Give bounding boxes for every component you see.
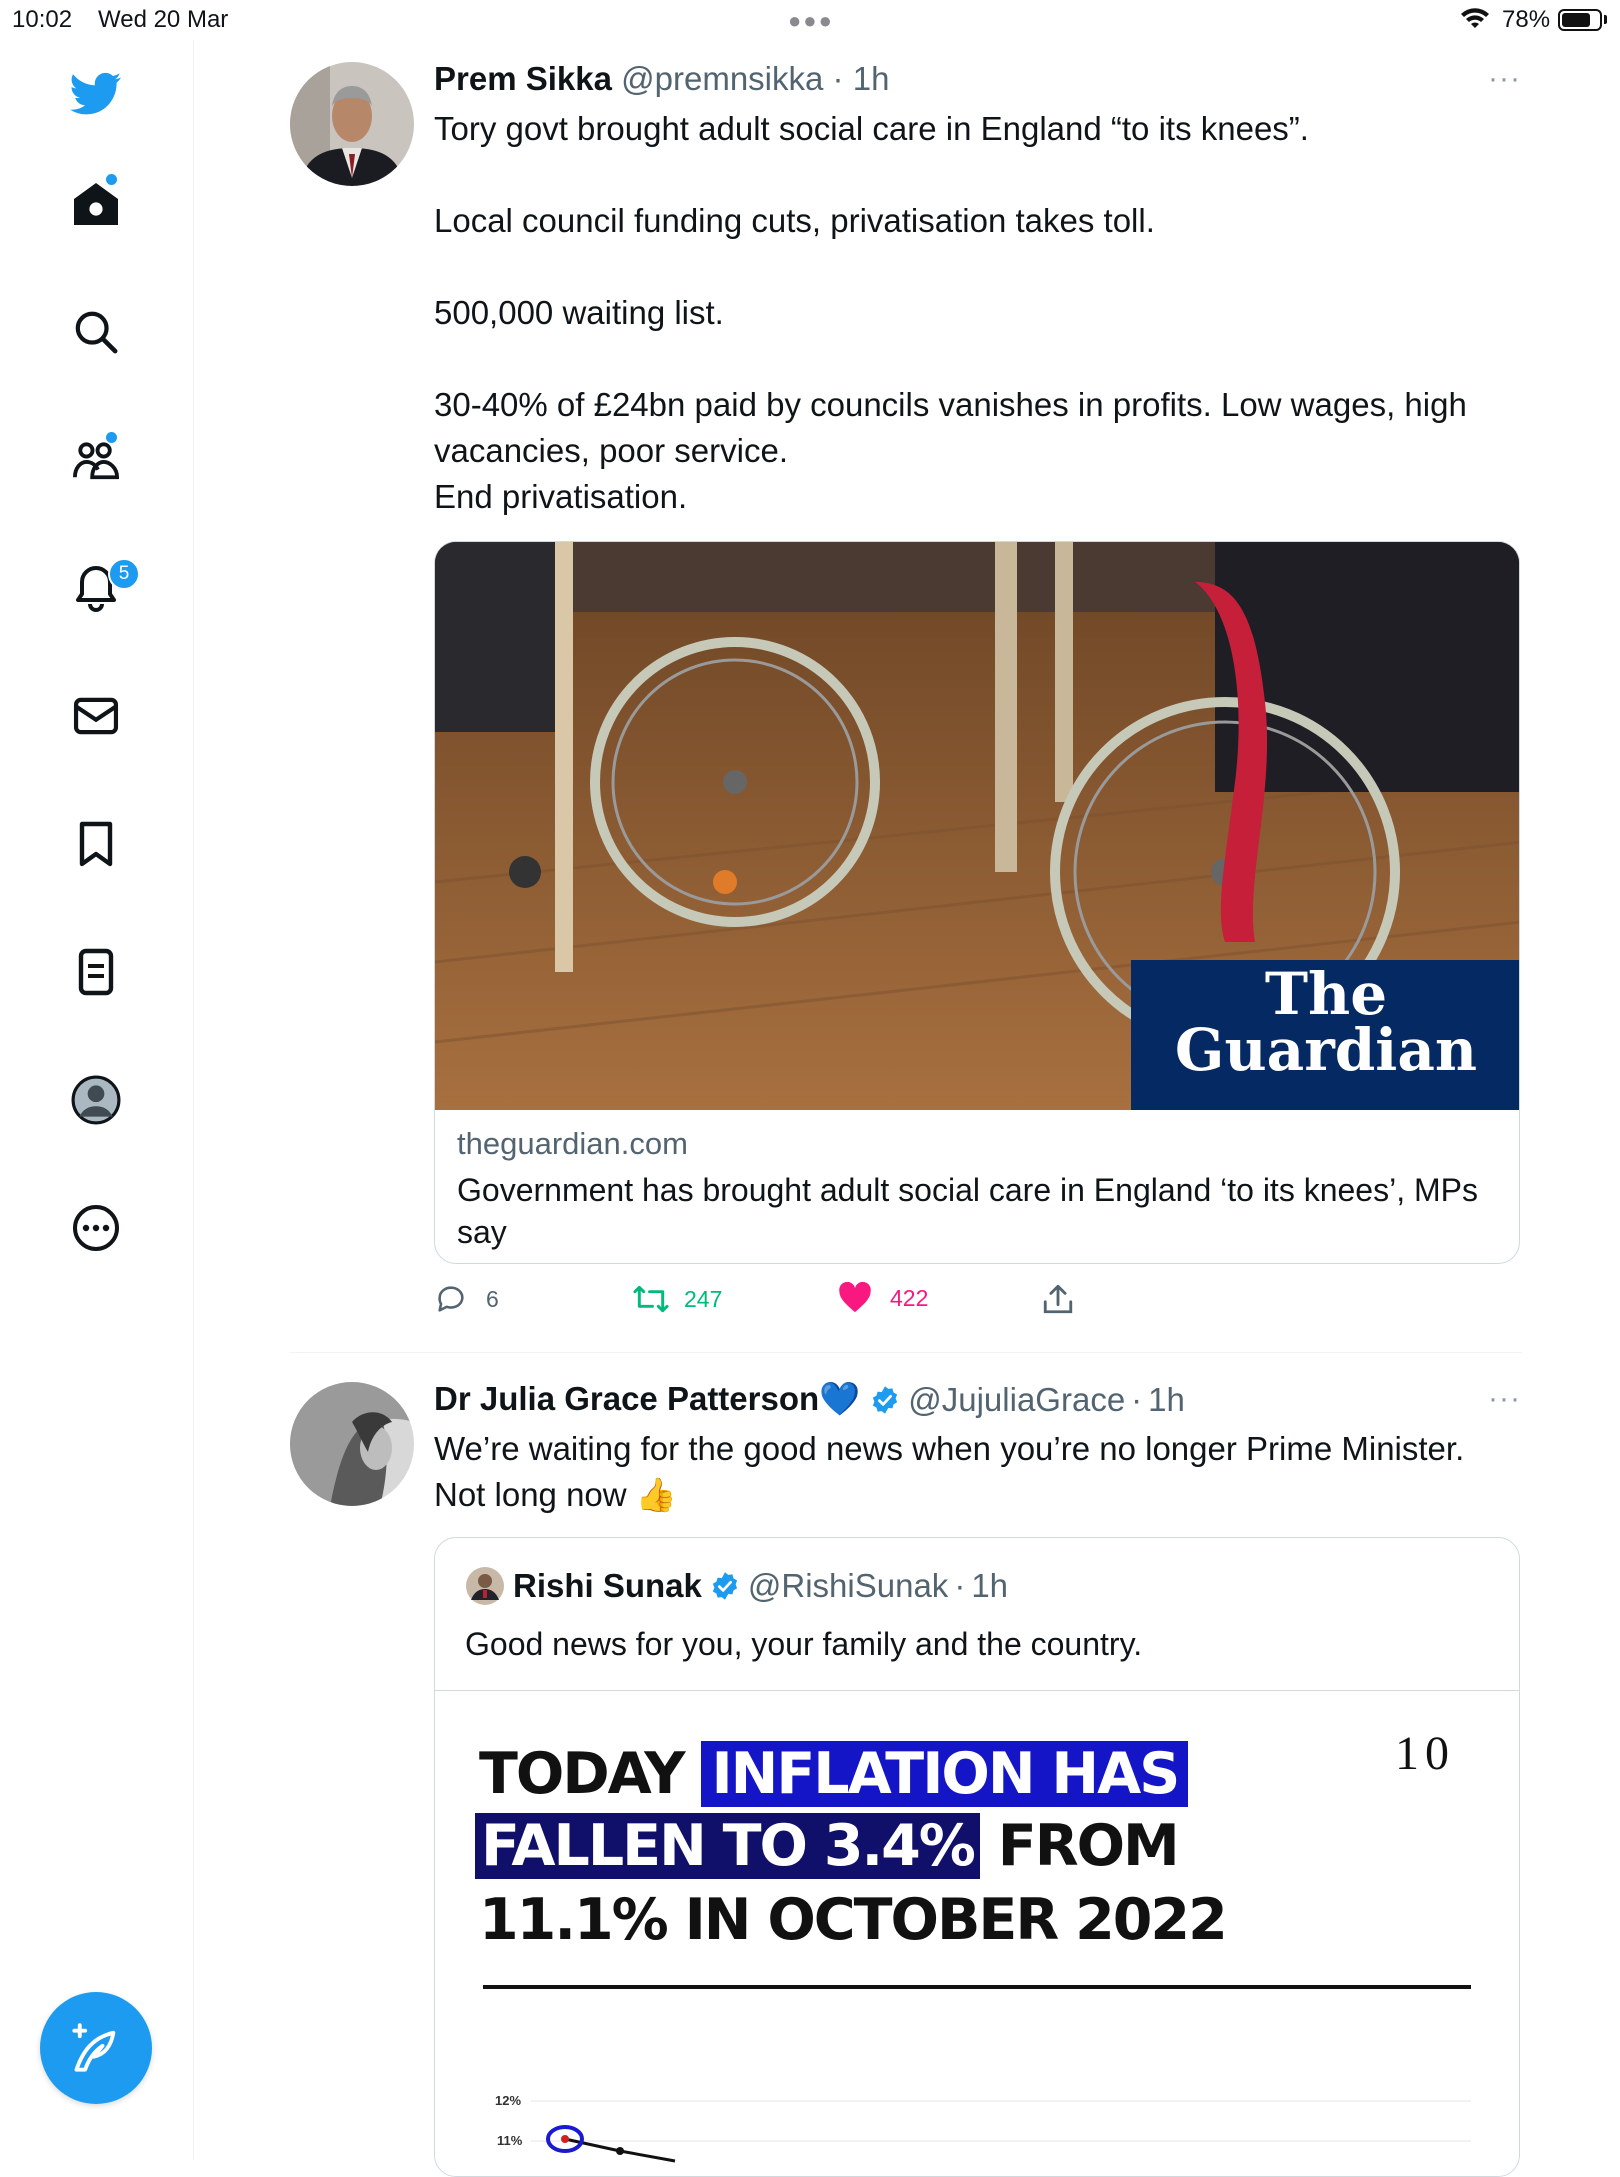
- tweet-time[interactable]: 1h: [1148, 1381, 1185, 1419]
- guardian-logo: The Guardian: [1131, 960, 1519, 1110]
- quote-tweet-card[interactable]: Rishi Sunak @RishiSunak · 1h Good news f…: [434, 1537, 1520, 2177]
- search-icon[interactable]: [70, 306, 122, 358]
- verified-badge-icon: [873, 1385, 898, 1414]
- quote-time[interactable]: 1h: [971, 1567, 1008, 1605]
- battery-icon: [1558, 9, 1602, 31]
- tweet-more-button[interactable]: ···: [1488, 62, 1521, 96]
- status-bar: 10:02 Wed 20 Mar ●●● 78%: [0, 0, 1620, 40]
- tweet-text: We’re waiting for the good news when you…: [434, 1426, 1524, 1518]
- tweet-actions: 6 247 422: [434, 1282, 1134, 1322]
- author-handle[interactable]: @premnsikka: [621, 60, 823, 97]
- tweet-text: Tory govt brought adult social care in E…: [434, 106, 1524, 520]
- battery-percent: 78%: [1502, 6, 1551, 33]
- like-count: 422: [890, 1284, 929, 1311]
- compose-feather-icon: [72, 2023, 116, 2072]
- tweet-line: 30-40% of £24bn paid by councils vanishe…: [434, 386, 1467, 469]
- tweet-line: 500,000 waiting list.: [434, 294, 724, 331]
- tweet-line: End privatisation.: [434, 478, 688, 515]
- multitasking-dots-icon[interactable]: ●●●: [788, 8, 834, 34]
- sidebar-nav: 5: [0, 40, 194, 2160]
- tweet-time[interactable]: 1h: [853, 60, 890, 97]
- more-icon[interactable]: [70, 1202, 122, 1254]
- quote-avatar[interactable]: [465, 1566, 505, 1606]
- share-icon: [1043, 1284, 1073, 1314]
- separator-dot: ·: [954, 1567, 966, 1604]
- tweet-header: Dr Julia Grace Patterson💙 @JujuliaGrace …: [434, 1380, 1185, 1419]
- profile-icon[interactable]: [70, 1074, 122, 1126]
- verified-badge-icon: [712, 1572, 738, 1600]
- retweet-count: 247: [684, 1285, 723, 1312]
- quote-author-name[interactable]: Rishi Sunak: [513, 1567, 702, 1605]
- separator-dot: ·: [1131, 1380, 1143, 1418]
- author-name[interactable]: Prem Sikka: [434, 60, 612, 97]
- home-unread-dot: [106, 174, 117, 185]
- quote-header: Rishi Sunak @RishiSunak · 1h: [465, 1566, 1008, 1606]
- battery-tip: [1604, 15, 1607, 24]
- author-name[interactable]: Dr Julia Grace Patterson💙: [434, 1380, 860, 1419]
- reply-icon: [438, 1286, 464, 1312]
- card-domain: theguardian.com: [457, 1126, 688, 1161]
- tweet-line: Local council funding cuts, privatisatio…: [434, 202, 1155, 239]
- separator-dot: ·: [832, 60, 844, 97]
- lists-icon[interactable]: [70, 946, 122, 998]
- retweet-button[interactable]: 247: [632, 1282, 722, 1316]
- article-image: The Guardian: [435, 542, 1519, 1110]
- inflation-graphic: TODAY INFLATION HAS FALLEN TO 3.4% FROM …: [435, 1690, 1519, 2176]
- tweet-line: Tory govt brought adult social care in E…: [434, 110, 1309, 147]
- link-preview-card[interactable]: The Guardian theguardian.com Government …: [434, 541, 1520, 1264]
- tweet-line: We’re waiting for the good news when you…: [434, 1430, 1465, 1467]
- tweet-divider: [290, 1352, 1522, 1353]
- reply-button[interactable]: 6: [434, 1282, 499, 1316]
- status-date: Wed 20 Mar: [98, 6, 229, 33]
- home-icon[interactable]: [70, 178, 122, 230]
- communities-unread-dot: [106, 432, 117, 443]
- guardian-logo-line1: The: [1264, 960, 1388, 1028]
- like-button[interactable]: 422: [838, 1282, 928, 1314]
- bookmarks-icon[interactable]: [70, 818, 122, 870]
- share-button[interactable]: [1042, 1282, 1074, 1316]
- status-time: 10:02: [12, 6, 73, 33]
- quote-text: Good news for you, your family and the c…: [465, 1626, 1143, 1662]
- wifi-icon: [1460, 6, 1490, 37]
- retweet-icon: [633, 1285, 669, 1313]
- twitter-logo-icon[interactable]: [70, 68, 122, 120]
- avatar-julia-grace[interactable]: [290, 1382, 414, 1506]
- compose-tweet-button[interactable]: [40, 1992, 152, 2104]
- notifications-badge: 5: [108, 558, 140, 590]
- reply-count: 6: [486, 1285, 499, 1312]
- author-handle[interactable]: @JujuliaGrace: [908, 1381, 1125, 1419]
- tweet-header: Prem Sikka @premnsikka · 1h: [434, 60, 889, 98]
- card-title: Government has brought adult social care…: [457, 1172, 1478, 1250]
- avatar-prem-sikka[interactable]: [290, 62, 414, 186]
- inflation-chart: [531, 2100, 1471, 2163]
- tweet-line: Not long now 👍: [434, 1476, 677, 1513]
- quote-author-handle[interactable]: @RishiSunak: [748, 1567, 948, 1605]
- guardian-logo-line2: Guardian: [1174, 1016, 1478, 1084]
- messages-icon[interactable]: [70, 690, 122, 742]
- tweet-more-button[interactable]: ···: [1488, 1382, 1521, 1416]
- heart-icon: [839, 1282, 871, 1313]
